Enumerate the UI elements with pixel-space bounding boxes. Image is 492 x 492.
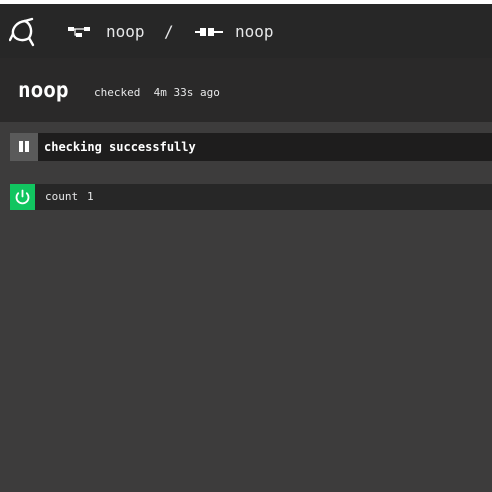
version-row[interactable]: count 1	[35, 184, 492, 210]
top-bar: noop / noop	[0, 4, 492, 58]
last-checked-label: checked 4m 33s ago	[94, 86, 220, 100]
resource-header: noop checked 4m 33s ago	[0, 58, 492, 122]
breadcrumb-separator: /	[164, 22, 174, 41]
version-key: count	[45, 190, 79, 203]
page-title: noop	[18, 78, 69, 102]
concourse-logo-icon[interactable]	[9, 16, 41, 48]
pipeline-icon	[68, 25, 92, 39]
breadcrumb-pipeline-link[interactable]: noop	[106, 22, 145, 42]
resource-icon	[195, 26, 225, 38]
checked-ago: 4m 33s ago	[153, 86, 220, 99]
breadcrumb-resource-link[interactable]: noop	[235, 22, 274, 42]
check-status-bar: checking successfully	[38, 133, 492, 161]
power-icon	[15, 189, 30, 205]
pause-button[interactable]	[10, 133, 38, 161]
pause-icon	[19, 141, 29, 152]
checked-word: checked	[94, 86, 141, 99]
version-value: 1	[87, 190, 94, 203]
version-enable-toggle[interactable]	[10, 184, 35, 210]
check-status-text: checking successfully	[44, 140, 196, 154]
